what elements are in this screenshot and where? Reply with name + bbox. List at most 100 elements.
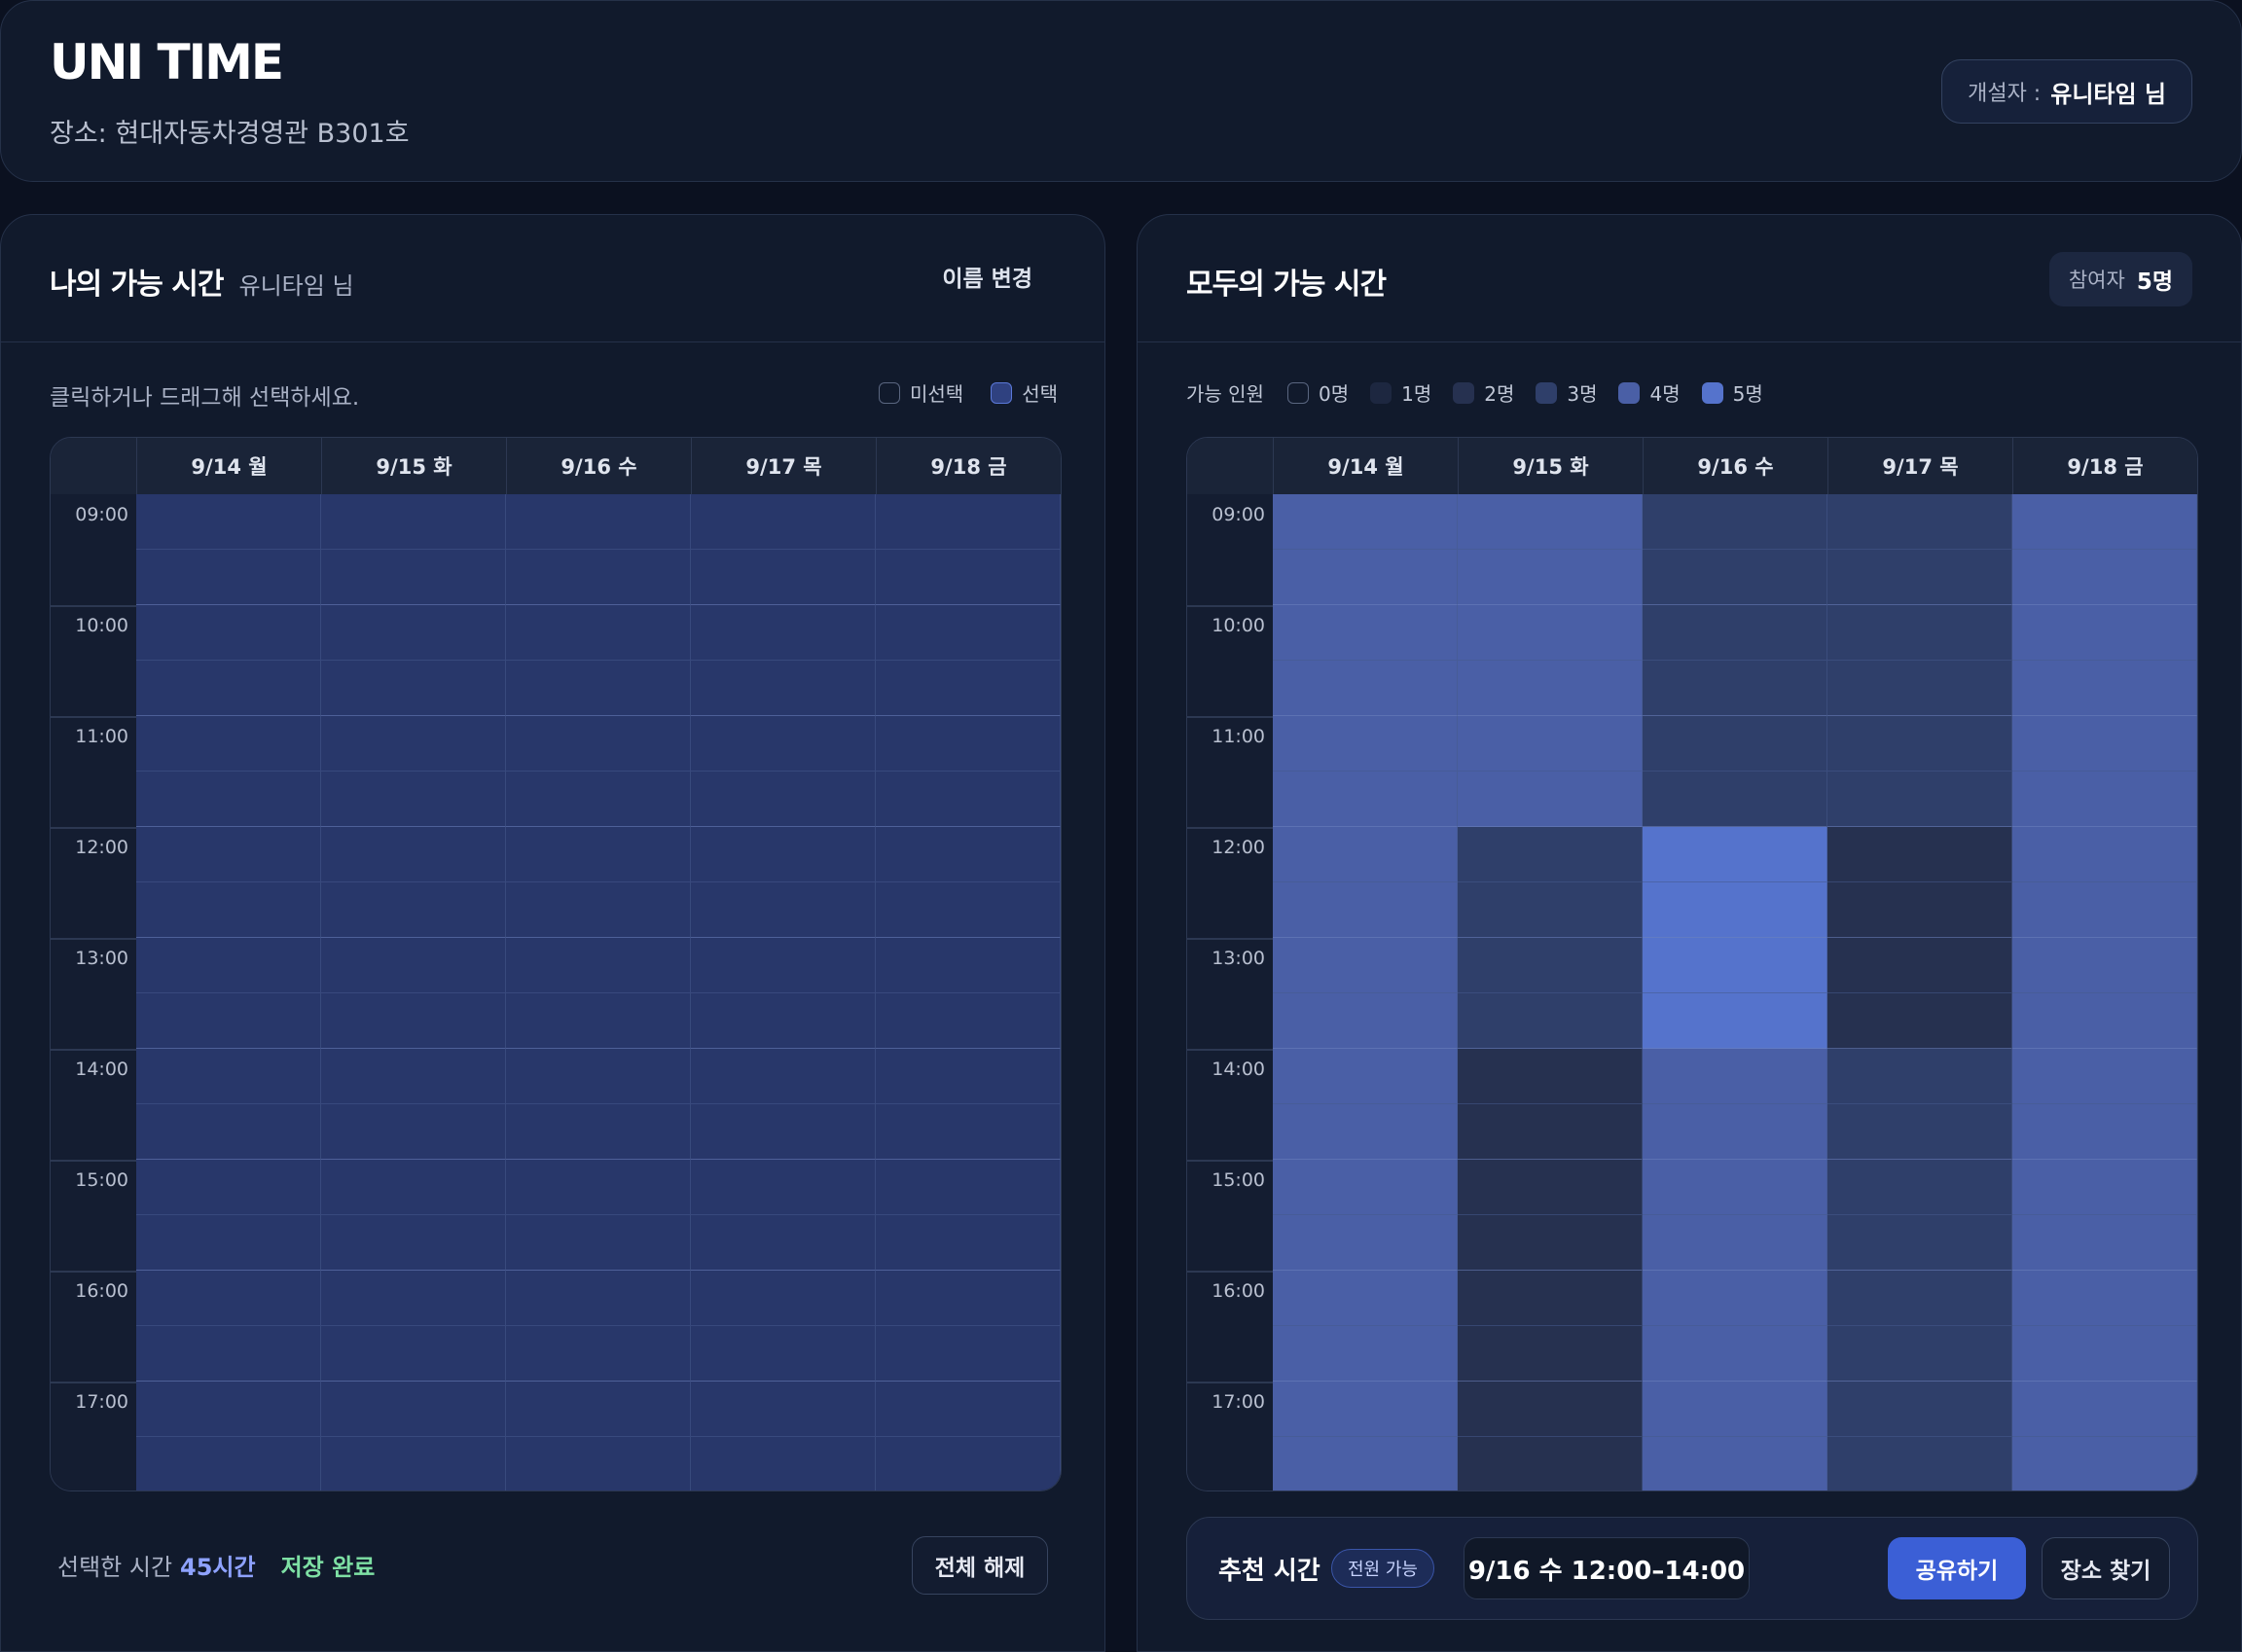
time-slot-cell[interactable] <box>506 716 691 772</box>
group-slot-cell[interactable] <box>1643 494 1827 550</box>
group-slot-cell[interactable] <box>1273 827 1458 882</box>
time-slot-cell[interactable] <box>506 1049 691 1104</box>
time-slot-cell[interactable] <box>321 882 506 938</box>
group-slot-cell[interactable] <box>1273 1271 1458 1326</box>
group-slot-cell[interactable] <box>1827 1271 2012 1326</box>
time-slot-cell[interactable] <box>136 1437 321 1490</box>
group-slot-cell[interactable] <box>1273 1104 1458 1160</box>
group-slot-cell[interactable] <box>2012 605 2197 661</box>
time-slot-cell[interactable] <box>321 1326 506 1382</box>
time-slot-cell[interactable] <box>691 772 876 827</box>
time-slot-cell[interactable] <box>876 1382 1061 1437</box>
time-slot-cell[interactable] <box>506 661 691 716</box>
time-slot-cell[interactable] <box>321 605 506 661</box>
time-slot-cell[interactable] <box>876 1271 1061 1326</box>
time-slot-cell[interactable] <box>321 772 506 827</box>
share-button[interactable]: 공유하기 <box>1888 1537 2026 1599</box>
time-slot-cell[interactable] <box>506 605 691 661</box>
group-slot-cell[interactable] <box>1273 1326 1458 1382</box>
time-slot-cell[interactable] <box>506 1437 691 1490</box>
time-slot-cell[interactable] <box>506 993 691 1049</box>
group-slot-cell[interactable] <box>1273 1437 1458 1490</box>
time-slot-cell[interactable] <box>506 1382 691 1437</box>
time-slot-cell[interactable] <box>876 1160 1061 1215</box>
time-slot-cell[interactable] <box>136 605 321 661</box>
time-slot-cell[interactable] <box>506 1326 691 1382</box>
time-slot-cell[interactable] <box>691 938 876 993</box>
time-slot-cell[interactable] <box>691 1160 876 1215</box>
time-slot-cell[interactable] <box>136 1104 321 1160</box>
time-slot-cell[interactable] <box>691 1049 876 1104</box>
group-slot-cell[interactable] <box>1273 494 1458 550</box>
time-slot-cell[interactable] <box>136 550 321 605</box>
group-slot-cell[interactable] <box>1273 716 1458 772</box>
group-slot-cell[interactable] <box>1643 1049 1827 1104</box>
time-slot-cell[interactable] <box>691 827 876 882</box>
time-slot-cell[interactable] <box>321 494 506 550</box>
group-slot-cell[interactable] <box>1458 1437 1643 1490</box>
group-slot-cell[interactable] <box>1827 1049 2012 1104</box>
group-slot-cell[interactable] <box>1458 938 1643 993</box>
group-slot-cell[interactable] <box>1827 1437 2012 1490</box>
group-slot-cell[interactable] <box>1643 882 1827 938</box>
time-slot-cell[interactable] <box>876 1104 1061 1160</box>
group-slot-cell[interactable] <box>1827 605 2012 661</box>
time-slot-cell[interactable] <box>321 827 506 882</box>
time-slot-cell[interactable] <box>136 827 321 882</box>
time-slot-cell[interactable] <box>136 1215 321 1271</box>
group-slot-cell[interactable] <box>2012 1382 2197 1437</box>
group-slot-cell[interactable] <box>1827 550 2012 605</box>
time-slot-cell[interactable] <box>876 938 1061 993</box>
group-slot-cell[interactable] <box>1273 661 1458 716</box>
group-slot-cell[interactable] <box>1273 1382 1458 1437</box>
time-slot-cell[interactable] <box>136 993 321 1049</box>
group-slot-cell[interactable] <box>1827 1215 2012 1271</box>
group-slot-cell[interactable] <box>2012 938 2197 993</box>
group-slot-cell[interactable] <box>1643 661 1827 716</box>
time-slot-cell[interactable] <box>876 550 1061 605</box>
group-slot-cell[interactable] <box>2012 550 2197 605</box>
group-slot-cell[interactable] <box>1273 605 1458 661</box>
group-slot-cell[interactable] <box>1458 1326 1643 1382</box>
group-slot-cell[interactable] <box>1827 716 2012 772</box>
group-slot-cell[interactable] <box>1458 1382 1643 1437</box>
time-slot-cell[interactable] <box>691 1215 876 1271</box>
group-slot-cell[interactable] <box>1643 938 1827 993</box>
group-slot-cell[interactable] <box>2012 1326 2197 1382</box>
group-slot-cell[interactable] <box>2012 772 2197 827</box>
time-slot-cell[interactable] <box>321 1437 506 1490</box>
group-slot-cell[interactable] <box>1827 938 2012 993</box>
time-slot-cell[interactable] <box>136 1326 321 1382</box>
time-slot-cell[interactable] <box>691 1271 876 1326</box>
group-slot-cell[interactable] <box>1643 1104 1827 1160</box>
group-slot-cell[interactable] <box>1827 1326 2012 1382</box>
time-slot-cell[interactable] <box>691 661 876 716</box>
time-slot-cell[interactable] <box>506 772 691 827</box>
time-slot-cell[interactable] <box>506 1271 691 1326</box>
group-slot-cell[interactable] <box>1458 605 1643 661</box>
time-slot-cell[interactable] <box>321 661 506 716</box>
time-slot-cell[interactable] <box>506 1215 691 1271</box>
group-slot-cell[interactable] <box>1273 1160 1458 1215</box>
group-slot-cell[interactable] <box>1458 716 1643 772</box>
group-slot-cell[interactable] <box>1273 550 1458 605</box>
group-slot-cell[interactable] <box>1827 772 2012 827</box>
time-slot-cell[interactable] <box>321 938 506 993</box>
time-slot-cell[interactable] <box>321 1104 506 1160</box>
group-slot-cell[interactable] <box>2012 716 2197 772</box>
group-slot-cell[interactable] <box>1643 1271 1827 1326</box>
time-slot-cell[interactable] <box>876 494 1061 550</box>
group-slot-cell[interactable] <box>2012 1437 2197 1490</box>
time-slot-cell[interactable] <box>136 661 321 716</box>
group-slot-cell[interactable] <box>2012 993 2197 1049</box>
group-slot-cell[interactable] <box>1458 882 1643 938</box>
group-slot-cell[interactable] <box>2012 1104 2197 1160</box>
time-slot-cell[interactable] <box>691 494 876 550</box>
time-slot-cell[interactable] <box>136 1049 321 1104</box>
time-slot-cell[interactable] <box>876 827 1061 882</box>
group-slot-cell[interactable] <box>2012 1215 2197 1271</box>
group-slot-cell[interactable] <box>1827 827 2012 882</box>
group-slot-cell[interactable] <box>1458 1104 1643 1160</box>
group-slot-cell[interactable] <box>1643 716 1827 772</box>
time-slot-cell[interactable] <box>876 661 1061 716</box>
